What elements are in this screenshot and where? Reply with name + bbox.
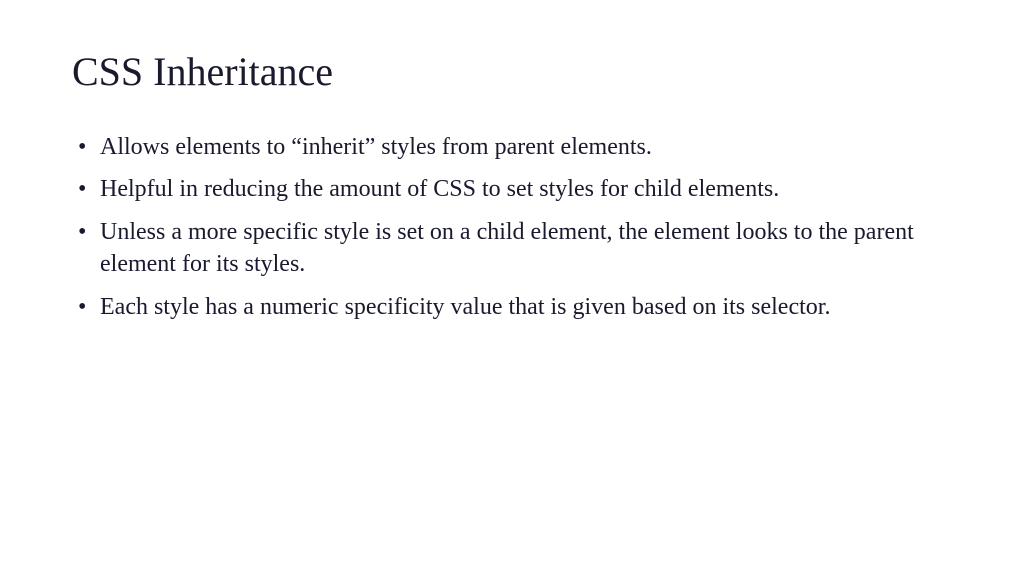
list-item: Allows elements to “inherit” styles from…: [72, 131, 952, 163]
list-item: Unless a more specific style is set on a…: [72, 216, 952, 281]
list-item: Each style has a numeric specificity val…: [72, 291, 952, 323]
list-item: Helpful in reducing the amount of CSS to…: [72, 173, 952, 205]
slide-title: CSS Inheritance: [72, 48, 952, 95]
bullet-list: Allows elements to “inherit” styles from…: [72, 131, 952, 323]
